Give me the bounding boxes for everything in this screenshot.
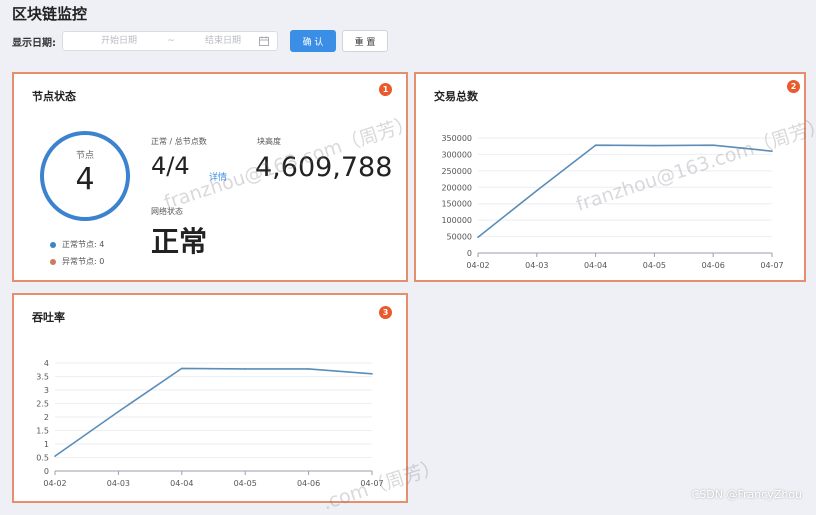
transaction-total-chart: 0 50000 100000 150000 200000 250000 300000 3500…	[441, 134, 783, 270]
data-point	[712, 144, 714, 147]
transaction-total-card: 交易总数 2 0 50000 100000 150000 200000 250000 300…	[414, 72, 806, 282]
node-ratio-value: 4/4	[151, 152, 190, 180]
data-point	[371, 373, 373, 375]
legend-normal-nodes: 正常节点: 4	[50, 239, 104, 250]
y-tick-label: 3.5	[36, 373, 49, 382]
data-point	[307, 368, 310, 370]
start-date-input[interactable]	[77, 35, 161, 47]
legend-dot-normal	[50, 241, 56, 248]
data-point	[181, 367, 183, 370]
y-tick-label: 300000	[441, 150, 472, 159]
x-tick-label: 04-03	[525, 261, 548, 270]
y-tick-label: 4	[44, 359, 49, 368]
date-filter-label: 显示日期:	[12, 37, 56, 49]
legend-abnormal-nodes: 异常节点: 0	[50, 256, 104, 267]
x-tick-label: 04-05	[643, 261, 666, 270]
series-line	[477, 144, 773, 238]
ring-label: 节点	[75, 151, 94, 161]
y-tick-label: 2.5	[36, 400, 49, 409]
x-tick-label: 04-04	[170, 479, 193, 488]
y-tick-label: 100000	[441, 216, 472, 225]
transaction-total-title: 交易总数	[434, 90, 478, 103]
block-height-value: 4,609,788	[255, 152, 393, 183]
legend-normal-label: 正常节点: 4	[62, 240, 105, 249]
node-status-card: 节点状态 1 节点 4 正常节点: 4 异常节点: 0 正常 / 总节点数 4/…	[12, 72, 408, 282]
data-point	[477, 236, 479, 239]
y-tick-label: 0.5	[36, 454, 49, 463]
y-tick-label: 350000	[441, 134, 472, 143]
detail-link[interactable]: 详情	[209, 170, 227, 183]
y-tick-label: 0	[44, 467, 49, 476]
card-number-badge: 1	[379, 83, 392, 96]
x-tick-label: 04-06	[702, 261, 725, 270]
data-point	[594, 144, 597, 147]
x-tick-label: 04-02	[466, 261, 489, 270]
network-status-label: 网络状态	[151, 207, 183, 216]
page-title: 区块链监控	[12, 5, 88, 23]
date-range-picker[interactable]: ~	[62, 31, 278, 51]
throughput-chart: 0 0.5 1 1.5 2 2.5 3 3.5 4 04-02 04-03 04-04 04-05 04-…	[36, 359, 383, 488]
x-tick-label: 04-06	[297, 479, 320, 488]
legend-dot-abnormal	[50, 258, 56, 265]
y-tick-label: 1.5	[36, 427, 49, 436]
y-tick-label: 50000	[447, 233, 472, 242]
csdn-credit: CSDN @FrancyZhou	[691, 488, 802, 501]
series-line	[54, 367, 373, 457]
card-number-badge: 3	[379, 306, 392, 319]
y-tick-label: 1	[44, 440, 49, 449]
data-point	[771, 150, 773, 152]
reset-button[interactable]: 重 置	[342, 30, 388, 52]
x-tick-label: 04-07	[760, 261, 783, 270]
throughput-card: 吞吐率 3 0 0.5 1 1.5 2 2.5 3 3.5 4 04-02 04-03 04-04 04…	[12, 293, 408, 503]
y-tick-label: 250000	[441, 167, 472, 176]
calendar-icon[interactable]	[259, 36, 269, 46]
confirm-button[interactable]: 确 认	[290, 30, 336, 52]
y-tick-label: 2	[44, 413, 49, 422]
node-count-value: 4	[75, 162, 95, 197]
data-point	[54, 455, 56, 457]
network-status-value: 正常	[151, 225, 208, 258]
y-tick-label: 0	[467, 249, 472, 258]
x-tick-label: 04-05	[234, 479, 257, 488]
x-tick-label: 04-02	[43, 479, 66, 488]
date-filter-bar: 显示日期: ~ 确 认 重 置	[12, 30, 388, 52]
data-point	[244, 368, 246, 370]
node-ratio-label: 正常 / 总节点数	[151, 137, 207, 146]
node-count-ring: 节点 4	[40, 131, 130, 221]
x-tick-label: 04-03	[107, 479, 130, 488]
x-tick-label: 04-04	[584, 261, 607, 270]
y-tick-label: 150000	[441, 200, 472, 209]
legend-abnormal-label: 异常节点: 0	[62, 257, 105, 266]
data-point	[653, 144, 656, 147]
y-tick-label: 3	[44, 386, 49, 395]
card-number-badge: 2	[787, 80, 800, 93]
data-point	[536, 189, 538, 192]
throughput-title: 吞吐率	[32, 311, 65, 324]
end-date-input[interactable]	[181, 35, 265, 47]
y-tick-label: 200000	[441, 183, 472, 192]
block-height-label: 块高度	[257, 137, 281, 146]
node-status-title: 节点状态	[32, 90, 76, 103]
x-tick-label: 04-07	[360, 479, 383, 488]
data-point	[117, 410, 120, 413]
date-separator: ~	[167, 36, 175, 46]
